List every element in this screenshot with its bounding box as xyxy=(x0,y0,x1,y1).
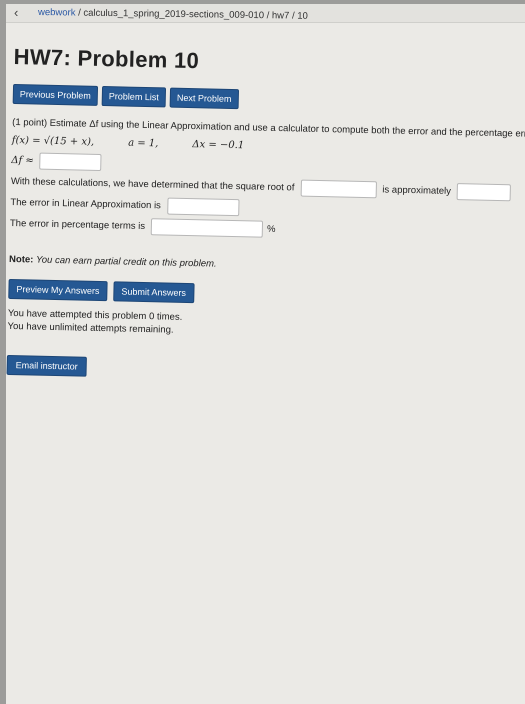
preview-answers-button[interactable]: Preview My Answers xyxy=(8,278,108,302)
error-input[interactable] xyxy=(166,197,240,217)
email-instructor-button[interactable]: Email instructor xyxy=(6,354,87,377)
webwork-screen: ‹ webwork / calculus_1_spring_2019-secti… xyxy=(6,4,525,704)
answer-actions: Preview My Answers Submit Answers xyxy=(8,278,508,310)
previous-problem-button[interactable]: Previous Problem xyxy=(12,83,99,106)
breadcrumb-course-link[interactable]: webwork xyxy=(38,7,76,19)
percent-label: The error in percentage terms is xyxy=(9,217,146,232)
a-value: a = 1, xyxy=(127,137,159,150)
percent-error-input[interactable] xyxy=(150,218,264,238)
problem-body: (1 point) Estimate Δf using the Linear A… xyxy=(9,116,525,243)
partial-credit-note: Note: You can earn partial credit on thi… xyxy=(9,254,509,276)
error-label: The error in Linear Approximation is xyxy=(10,196,162,211)
main-content: HW7: Problem 10 Previous Problem Problem… xyxy=(6,44,525,386)
next-problem-button[interactable]: Next Problem xyxy=(169,87,239,110)
sqrt-approx-input[interactable] xyxy=(456,183,511,202)
breadcrumb-path: / calculus_1_spring_2019-sections_009-01… xyxy=(75,7,308,22)
sqrt-text: With these calculations, we have determi… xyxy=(10,175,295,193)
problem-list-button[interactable]: Problem List xyxy=(101,86,167,108)
approx-text: is approximately xyxy=(382,183,452,197)
attempt-status: You have attempted this problem 0 times.… xyxy=(7,307,507,344)
submit-answers-button[interactable]: Submit Answers xyxy=(113,281,195,304)
sqrt-value-input[interactable] xyxy=(300,179,377,199)
note-label: Note: xyxy=(8,253,34,266)
delta-f-label: Δf ≈ xyxy=(11,154,34,166)
breadcrumb: webwork / calculus_1_spring_2019-section… xyxy=(38,7,308,22)
breadcrumb-bar: ‹ webwork / calculus_1_spring_2019-secti… xyxy=(6,4,525,23)
percent-sign: % xyxy=(266,223,276,235)
page-title: HW7: Problem 10 xyxy=(13,44,200,74)
back-chevron-icon[interactable]: ‹ xyxy=(14,5,18,20)
delta-f-input[interactable] xyxy=(39,152,103,172)
note-text: You can earn partial credit on this prob… xyxy=(35,254,217,270)
function-definition: f(x) = √(15 + x), xyxy=(11,134,95,148)
problem-nav: Previous Problem Problem List Next Probl… xyxy=(12,83,513,115)
delta-x-value: Δx = −0.1 xyxy=(192,139,245,152)
